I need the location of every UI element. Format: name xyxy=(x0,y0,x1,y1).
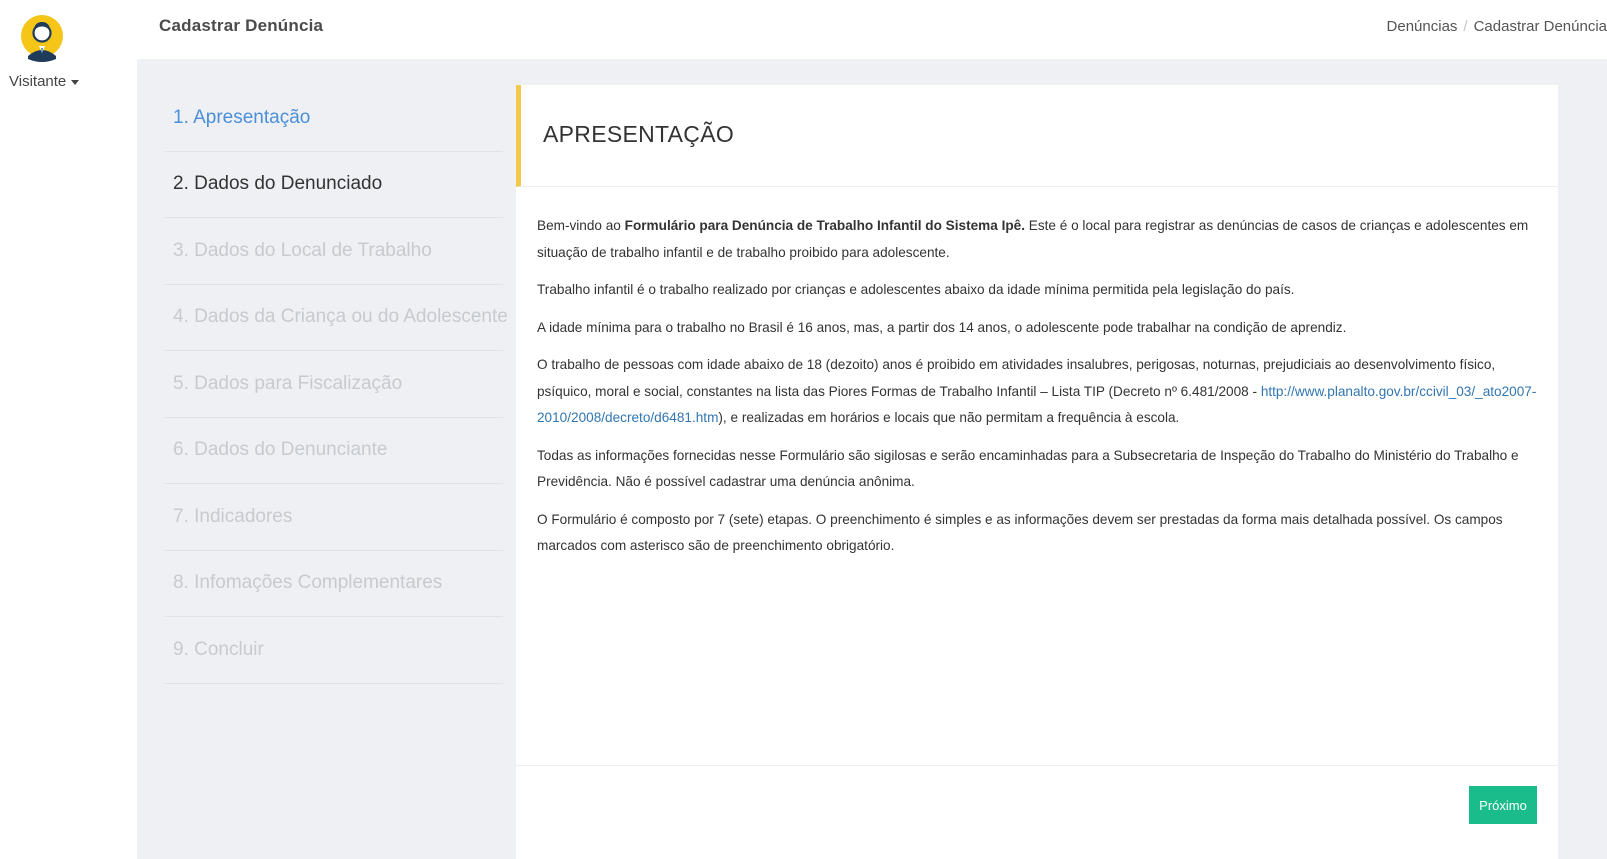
step-indicadores[interactable]: 7. Indicadores xyxy=(165,484,503,551)
step-concluir[interactable]: 9. Concluir xyxy=(165,617,503,684)
step-apresentacao[interactable]: 1. Apresentação xyxy=(165,85,503,152)
card-title: APRESENTAÇÃO xyxy=(543,121,735,147)
breadcrumb-current: Cadastrar Denúncia xyxy=(1473,18,1607,35)
main-content: 1. Apresentação 2. Dados do Denunciado 3… xyxy=(137,59,1607,859)
top-header: Cadastrar Denúncia Denúncias / Cadastrar D… xyxy=(137,0,1607,59)
minimum-age-paragraph: A idade mínima para o trabalho no Brasil… xyxy=(537,319,1347,335)
intro-text: Bem-vindo ao xyxy=(537,218,625,233)
step-dados-da-crianca[interactable]: 4. Dados da Criança ou do Adolescente xyxy=(165,285,508,351)
step-dados-do-local-de-trabalho[interactable]: 3. Dados do Local de Trabalho xyxy=(165,218,503,285)
prohibited-work-text-suffix: ), e realizadas em horários e locais que… xyxy=(718,410,1180,425)
form-steps-paragraph: O Formulário é composto por 7 (sete) eta… xyxy=(537,511,1503,554)
step-informacoes-complementares[interactable]: 8. Infomações Complementares xyxy=(165,551,503,617)
intro-bold-text: Formulário para Denúncia de Trabalho Inf… xyxy=(624,218,1025,233)
content-card: APRESENTAÇÃO Bem-vindo ao Formulário par… xyxy=(516,85,1558,859)
user-name-label: Visitante xyxy=(9,73,67,90)
user-avatar-icon[interactable] xyxy=(20,9,64,63)
steps-list: 1. Apresentação 2. Dados do Denunciado 3… xyxy=(165,85,508,684)
intro-paragraph: Bem-vindo ao Formulário para Denúncia de… xyxy=(537,213,1541,266)
breadcrumb-separator: / xyxy=(1463,18,1468,35)
next-button[interactable]: Próximo xyxy=(1469,786,1537,824)
card-body: Bem-vindo ao Formulário para Denúncia de… xyxy=(537,213,1541,571)
step-dados-para-fiscalizacao[interactable]: 5. Dados para Fiscalização xyxy=(165,351,503,418)
step-dados-do-denunciado[interactable]: 2. Dados do Denunciado xyxy=(165,152,503,218)
confidentiality-paragraph: Todas as informações fornecidas nesse Fo… xyxy=(537,447,1519,490)
card-header: APRESENTAÇÃO xyxy=(516,85,1558,187)
prohibited-work-paragraph: O trabalho de pessoas com idade abaixo d… xyxy=(537,352,1541,432)
user-menu[interactable]: Visitante xyxy=(9,73,80,90)
user-sidebar: Visitante xyxy=(0,0,137,859)
page-title: Cadastrar Denúncia xyxy=(159,16,324,35)
step-dados-do-denunciante[interactable]: 6. Dados do Denunciante xyxy=(165,418,503,484)
breadcrumb-denuncias[interactable]: Denúncias xyxy=(1387,18,1458,35)
card-footer: Próximo xyxy=(516,765,1558,859)
definition-paragraph: Trabalho infantil é o trabalho realizado… xyxy=(537,282,1295,297)
caret-down-icon xyxy=(71,79,80,85)
breadcrumb: Denúncias / Cadastrar Denúncia xyxy=(1387,18,1607,35)
